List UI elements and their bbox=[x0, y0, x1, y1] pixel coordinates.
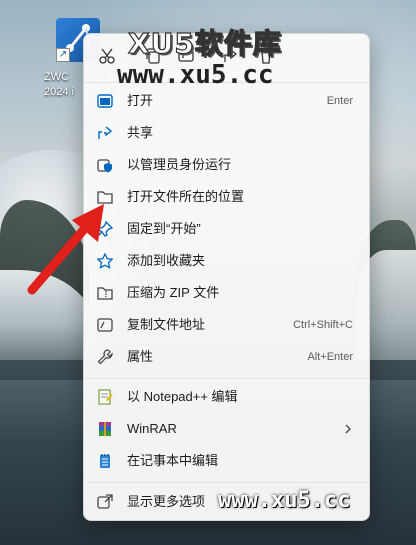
menu-item-compress-zip-label: 压缩为 ZIP 文件 bbox=[127, 285, 220, 300]
menu-item-share-label: 共享 bbox=[127, 125, 154, 140]
menu-item-properties-shortcut: Alt+Enter bbox=[307, 351, 353, 363]
menu-item-winrar[interactable]: WinRAR bbox=[88, 414, 365, 444]
menu-item-properties[interactable]: 属性 Alt+Enter bbox=[88, 342, 365, 372]
menu-item-add-to-favorites-label: 添加到收藏夹 bbox=[127, 253, 206, 268]
admin-shield-icon bbox=[97, 159, 112, 173]
menu-item-show-more-options-label: 显示更多选项 bbox=[127, 494, 206, 509]
winrar-icon bbox=[99, 422, 111, 436]
watermark-title: XU5软件库 bbox=[127, 26, 282, 60]
chevron-right-icon bbox=[345, 424, 351, 434]
menu-item-edit-notepadpp[interactable]: 以 Notepad++ 编辑 bbox=[88, 382, 365, 412]
menu-item-open[interactable]: 打开 Enter bbox=[88, 86, 365, 116]
shortcut-arrow-icon: ↗ bbox=[56, 48, 70, 62]
wrench-icon bbox=[97, 349, 113, 365]
menu-item-pin-to-start-label: 固定到“开始” bbox=[127, 221, 201, 236]
desktop: ↗ ZWC 2024 i 打开 Enter 共享 以管理员身份运行 打开文件所在… bbox=[0, 0, 416, 545]
menu-item-run-as-admin-label: 以管理员身份运行 bbox=[127, 157, 232, 172]
watermark-url-bottom: www.xu5.cc bbox=[218, 488, 351, 513]
menu-item-open-file-location-label: 打开文件所在的位置 bbox=[127, 189, 245, 204]
copy-path-icon bbox=[97, 318, 113, 332]
menu-item-edit-notepad-label: 在记事本中编辑 bbox=[127, 453, 219, 468]
menu-item-run-as-admin[interactable]: 以管理员身份运行 bbox=[88, 150, 365, 180]
red-arrow-annotation bbox=[27, 204, 104, 295]
menu-item-copy-path-shortcut: Ctrl+Shift+C bbox=[293, 319, 353, 331]
notepad-icon bbox=[100, 454, 110, 468]
menu-item-copy-path-label: 复制文件地址 bbox=[127, 317, 206, 332]
menu-item-open-shortcut: Enter bbox=[326, 95, 353, 107]
watermark-url-top: www.xu5.cc bbox=[117, 60, 274, 90]
menu-item-edit-notepadpp-label: 以 Notepad++ 编辑 bbox=[127, 389, 238, 404]
menu-item-open-label: 打开 bbox=[127, 93, 154, 108]
notepadpp-icon bbox=[98, 389, 113, 405]
menu-item-copy-path[interactable]: 复制文件地址 Ctrl+Shift+C bbox=[88, 310, 365, 340]
menu-item-winrar-label: WinRAR bbox=[127, 421, 177, 436]
menu-divider bbox=[85, 482, 368, 483]
menu-divider bbox=[85, 378, 368, 379]
more-options-icon bbox=[97, 494, 113, 509]
open-icon bbox=[97, 94, 113, 108]
menu-item-edit-notepad[interactable]: 在记事本中编辑 bbox=[88, 446, 365, 476]
cut-icon bbox=[99, 48, 115, 64]
menu-item-share[interactable]: 共享 bbox=[88, 118, 365, 148]
menu-item-properties-label: 属性 bbox=[127, 349, 154, 364]
share-icon bbox=[98, 126, 113, 139]
